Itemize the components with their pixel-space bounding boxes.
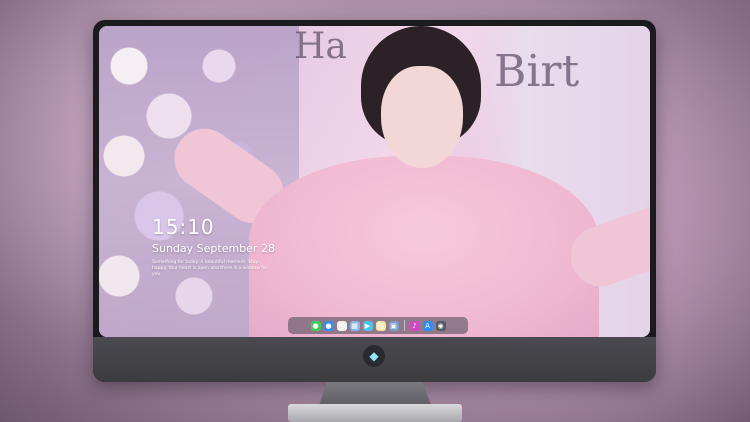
lockscreen-time: 15:10: [152, 215, 215, 239]
wallpaper-script-text-2: Ha: [294, 26, 347, 67]
video-icon[interactable]: ▶: [362, 320, 373, 331]
lockscreen-date: Sunday September 28: [152, 242, 275, 255]
photo-icon[interactable]: ▣: [388, 320, 399, 331]
dock-separator: [403, 320, 405, 331]
wallpaper-person-sweater: [249, 156, 599, 337]
lockscreen-widget: 15:10 Sunday September 28 Something for …: [152, 216, 275, 278]
messages-icon[interactable]: ●: [310, 320, 321, 331]
lockscreen-note: Something for today. A beautiful moment.…: [152, 260, 268, 277]
screen: Birt Ha 楚 如 15:10 Sunday September 28 So…: [99, 26, 650, 337]
dock: ● ● ◷ ▦ ▶ ▤ ▣ ♪ A ◉: [288, 317, 468, 334]
preview-icon[interactable]: ▦: [349, 320, 360, 331]
wallpaper-person-face: [381, 66, 463, 168]
finder-icon[interactable]: ●: [323, 320, 334, 331]
camera-icon[interactable]: ◉: [435, 320, 446, 331]
appstore-icon[interactable]: A: [422, 320, 433, 331]
brand-logo-icon: ◆: [363, 345, 385, 367]
notes-icon[interactable]: ▤: [375, 320, 386, 331]
clock-icon[interactable]: ◷: [336, 320, 347, 331]
monitor-stand-base: [288, 404, 462, 422]
monitor-chin: ◆: [93, 337, 656, 382]
monitor: Birt Ha 楚 如 15:10 Sunday September 28 So…: [93, 20, 656, 382]
wallpaper-script-text: Birt: [494, 46, 580, 97]
music-icon[interactable]: ♪: [409, 320, 420, 331]
